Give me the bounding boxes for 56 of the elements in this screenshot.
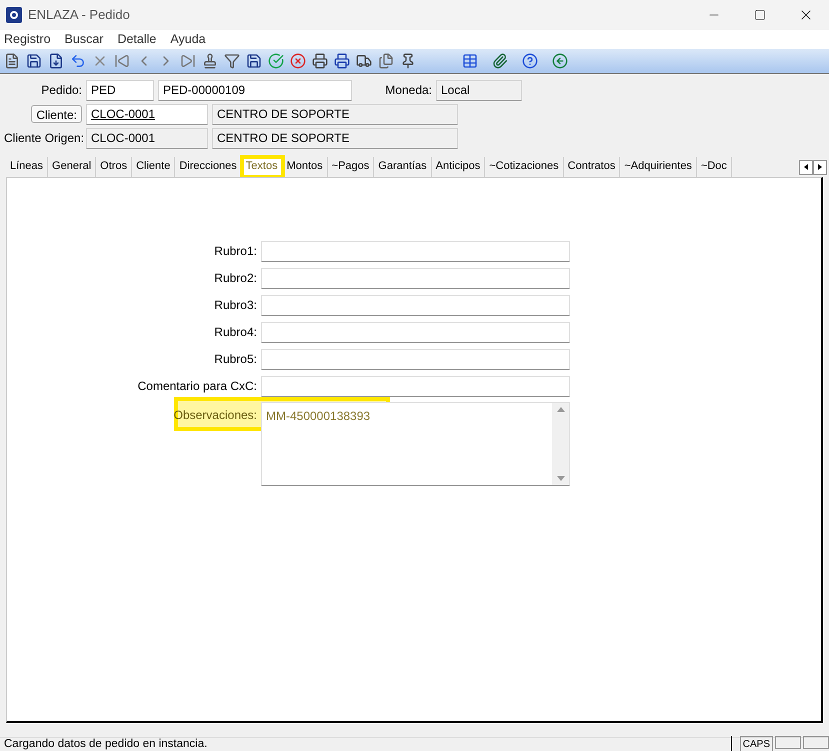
field-label: Comentario para CxC: <box>136 378 258 396</box>
origin-code-field[interactable]: CLOC-0001 <box>86 128 208 149</box>
new-document-icon[interactable] <box>4 52 20 69</box>
text-field[interactable] <box>261 376 570 397</box>
series-field[interactable]: PED <box>86 80 154 101</box>
field-label: Rubro2: <box>213 270 258 288</box>
first-record-icon[interactable] <box>114 52 130 69</box>
text-field[interactable] <box>261 268 570 289</box>
scroll-right-icon[interactable] <box>813 160 827 175</box>
back-icon[interactable] <box>552 52 568 69</box>
status-message: Cargando datos de pedido en instancia. <box>4 736 208 751</box>
scroll-left-icon[interactable] <box>799 160 813 175</box>
origin-name-field[interactable]: CENTRO DE SOPORTE <box>212 128 458 149</box>
printer-icon[interactable] <box>312 52 328 69</box>
status-panel <box>775 736 801 749</box>
menu-item[interactable]: Detalle <box>117 30 156 49</box>
moneda-label: Moneda: <box>384 82 432 100</box>
observations-value: MM-450000138393 <box>265 408 372 425</box>
tab[interactable]: Textos <box>242 156 283 177</box>
text-field[interactable] <box>261 348 570 370</box>
undo-icon[interactable] <box>70 52 86 69</box>
field-label: Rubro5: <box>213 351 258 368</box>
order-number-field[interactable]: PED-00000109 <box>158 80 352 101</box>
funnel-icon[interactable] <box>224 52 240 69</box>
caps-indicator: CAPS <box>740 736 773 751</box>
last-record-icon[interactable] <box>180 52 196 69</box>
client-name-field[interactable]: CENTRO DE SOPORTE <box>212 104 458 125</box>
pedido-label: Pedido: <box>40 82 82 100</box>
currency-field[interactable]: Local <box>436 80 522 101</box>
save-icon[interactable] <box>26 52 42 69</box>
menu-item[interactable]: Ayuda <box>170 30 206 49</box>
field-label: Rubro4: <box>213 324 258 342</box>
menu-item[interactable]: Registro <box>4 30 51 49</box>
table-icon[interactable] <box>462 52 478 69</box>
truck-icon[interactable] <box>356 52 372 69</box>
origin-client-label: Cliente Origen: <box>4 130 82 148</box>
cancel-icon[interactable] <box>290 52 306 69</box>
documents-icon[interactable] <box>378 52 394 69</box>
text-field[interactable] <box>261 322 570 343</box>
help-icon[interactable] <box>522 52 538 69</box>
text-field[interactable] <box>261 240 570 262</box>
client-button[interactable]: Cliente: <box>31 105 82 124</box>
observations-field[interactable]: MM-450000138393 <box>261 402 570 486</box>
menu-item[interactable]: Buscar <box>64 30 104 49</box>
check-icon[interactable] <box>268 52 284 69</box>
app-logo-icon <box>6 7 22 23</box>
field-label: Rubro3: <box>213 297 258 314</box>
stamp-icon[interactable] <box>202 52 218 69</box>
field-label: Rubro1: <box>213 243 258 260</box>
client-code-field[interactable]: CLOC-0001 <box>86 104 208 125</box>
status-panel <box>803 736 829 749</box>
attachment-icon[interactable] <box>492 52 508 69</box>
scrollbar[interactable] <box>552 402 569 485</box>
pin-icon[interactable] <box>400 52 416 69</box>
window-title: ENLAZA - Pedido <box>28 6 130 24</box>
text-field[interactable] <box>261 294 570 316</box>
